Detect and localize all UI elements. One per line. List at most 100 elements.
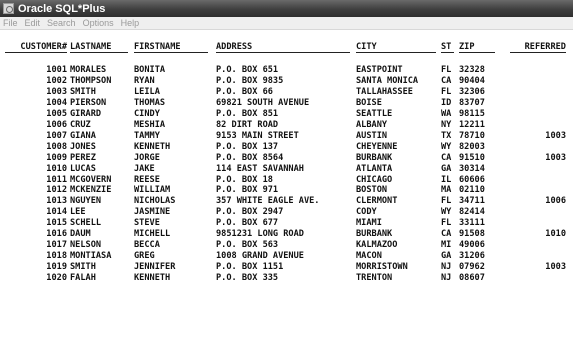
table-cell: FL	[441, 218, 452, 229]
header-firstname: FIRSTNAME	[134, 42, 181, 52]
table-cell: BOSTON	[356, 185, 388, 196]
table-cell: 1003	[46, 86, 67, 97]
menu-search[interactable]: Search	[47, 18, 76, 28]
table-cell: BECCA	[134, 240, 160, 251]
table-cell: 91508	[459, 229, 485, 240]
table-cell: GREG	[134, 251, 155, 262]
table-cell: WILLIAM	[134, 185, 171, 196]
table-cell: 02110	[459, 185, 485, 196]
table-cell: AUSTIN	[356, 130, 388, 141]
menu-help[interactable]: Help	[121, 18, 140, 28]
table-cell: WY	[441, 141, 452, 152]
header-lastname: LASTNAME	[70, 42, 112, 52]
table-cell: IL	[441, 174, 452, 185]
table-cell: KENNETH	[134, 273, 171, 284]
table-cell: 1008	[46, 141, 67, 152]
header-address: ADDRESS	[216, 42, 253, 52]
table-cell: 1009	[46, 152, 67, 163]
table-cell: TALLAHASSEE	[356, 86, 413, 97]
table-cell: 1010	[545, 229, 566, 240]
table-cell: MA	[441, 185, 452, 196]
table-cell: JAKE	[134, 163, 155, 174]
header-state: ST	[441, 42, 452, 52]
table-cell: P.O. BOX 2947	[216, 207, 284, 218]
table-cell: P.O. BOX 335	[216, 273, 279, 284]
header-zip: ZIP	[459, 42, 475, 52]
table-cell: NGUYEN	[70, 196, 102, 207]
table-cell: 1011	[46, 174, 67, 185]
table-cell: ID	[441, 97, 452, 108]
table-cell: 08607	[459, 273, 485, 284]
header-separator	[216, 52, 350, 53]
table-cell: TRENTON	[356, 273, 393, 284]
table-cell: P.O. BOX 1151	[216, 262, 284, 273]
table-cell: MESHIA	[134, 119, 166, 130]
table-cell: 32328	[459, 65, 485, 75]
table-cell: MCKENZIE	[70, 185, 112, 196]
table-cell: FALAH	[70, 273, 96, 284]
table-cell: 1007	[46, 130, 67, 141]
window-title: Oracle SQL*Plus	[18, 2, 106, 15]
header-separator	[5, 52, 67, 53]
table-cell: 1019	[46, 262, 67, 273]
table-cell: P.O. BOX 137	[216, 141, 279, 152]
header-separator	[510, 52, 566, 53]
table-cell: 1002	[46, 75, 67, 86]
table-cell: NICHOLAS	[134, 196, 176, 207]
sqlplus-app-icon	[3, 3, 14, 14]
table-cell: FL	[441, 86, 452, 97]
menu-edit[interactable]: Edit	[25, 18, 41, 28]
table-cell: FL	[441, 65, 452, 75]
table-cell: MORALES	[70, 65, 107, 75]
table-cell: BOISE	[356, 97, 382, 108]
table-cell: LUCAS	[70, 163, 96, 174]
table-cell: 34711	[459, 196, 485, 207]
table-cell: KENNETH	[134, 141, 171, 152]
table-cell: CHICAGO	[356, 174, 393, 185]
table-cell: 82414	[459, 207, 485, 218]
table-cell: 82 DIRT ROAD	[216, 119, 279, 130]
table-cell: P.O. BOX 651	[216, 65, 279, 75]
table-cell: MONTIASA	[70, 251, 112, 262]
table-cell: 1014	[46, 207, 67, 218]
menu-options[interactable]: Options	[83, 18, 114, 28]
table-cell: MORRISTOWN	[356, 262, 408, 273]
table-cell: LEE	[70, 207, 86, 218]
table-cell: MIAMI	[356, 218, 382, 229]
table-cell: NJ	[441, 273, 452, 284]
table-cell: 1008 GRAND AVENUE	[216, 251, 304, 262]
header-separator	[441, 52, 454, 53]
table-cell: ATLANTA	[356, 163, 393, 174]
table-cell: PIERSON	[70, 97, 107, 108]
table-cell: 49006	[459, 240, 485, 251]
table-cell: P.O. BOX 971	[216, 185, 279, 196]
table-cell: 1003	[545, 130, 566, 141]
table-cell: 60606	[459, 174, 485, 185]
table-cell: BURBANK	[356, 229, 393, 240]
table-cell: 1015	[46, 218, 67, 229]
table-cell: 1020	[46, 273, 67, 284]
table-cell: 1010	[46, 163, 67, 174]
table-cell: 82003	[459, 141, 485, 152]
table-cell: 1003	[545, 262, 566, 273]
query-results-output[interactable]: CUSTOMER# LASTNAME FIRSTNAME ADDRESS CITY ST Z…	[0, 31, 573, 338]
menu-file[interactable]: File	[3, 18, 18, 28]
header-city: CITY	[356, 42, 377, 52]
table-cell: MI	[441, 240, 452, 251]
window-titlebar[interactable]: Oracle SQL*Plus	[0, 0, 573, 17]
table-cell: STEVE	[134, 218, 160, 229]
menu-bar: File Edit Search Options Help	[0, 17, 573, 30]
table-cell: P.O. BOX 851	[216, 108, 279, 119]
table-cell: CRUZ	[70, 119, 91, 130]
table-cell: 357 WHITE EAGLE AVE.	[216, 196, 320, 207]
table-cell: BONITA	[134, 65, 166, 75]
table-cell: NELSON	[70, 240, 102, 251]
table-cell: 1006	[46, 119, 67, 130]
table-cell: 07962	[459, 262, 485, 273]
table-cell: 1013	[46, 196, 67, 207]
table-cell: 90404	[459, 75, 485, 86]
table-cell: CODY	[356, 207, 377, 218]
table-cell: 1017	[46, 240, 67, 251]
table-cell: P.O. BOX 9835	[216, 75, 284, 86]
table-cell: MACON	[356, 251, 382, 262]
